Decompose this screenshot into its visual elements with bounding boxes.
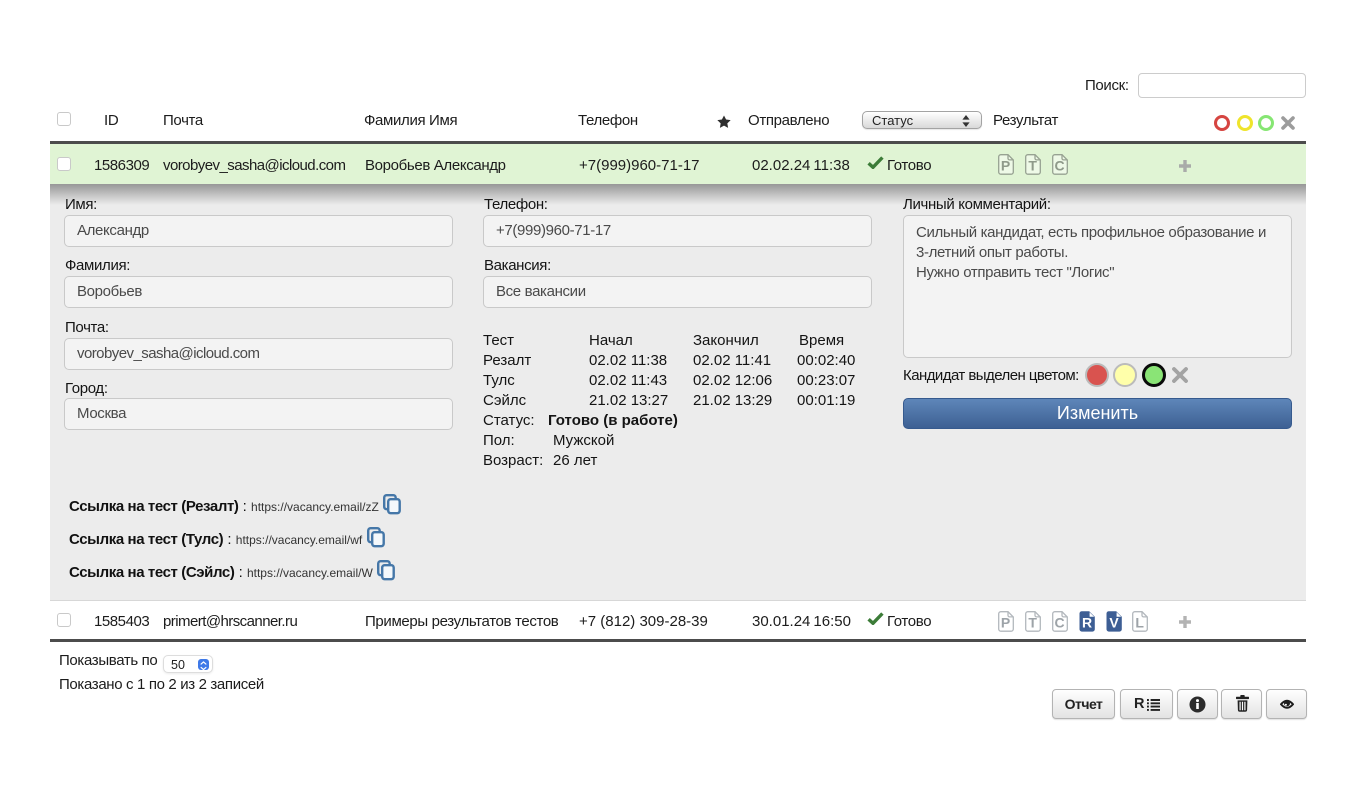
svg-text:P: P	[1001, 615, 1010, 631]
svg-text:C: C	[1055, 615, 1065, 631]
svg-text:P: P	[1001, 158, 1010, 174]
svg-text:L: L	[1135, 615, 1144, 631]
svg-text:T: T	[1028, 615, 1037, 631]
svg-text:V: V	[1109, 615, 1119, 631]
svg-text:R: R	[1082, 615, 1092, 631]
svg-text:C: C	[1055, 158, 1065, 174]
svg-text:T: T	[1028, 158, 1037, 174]
